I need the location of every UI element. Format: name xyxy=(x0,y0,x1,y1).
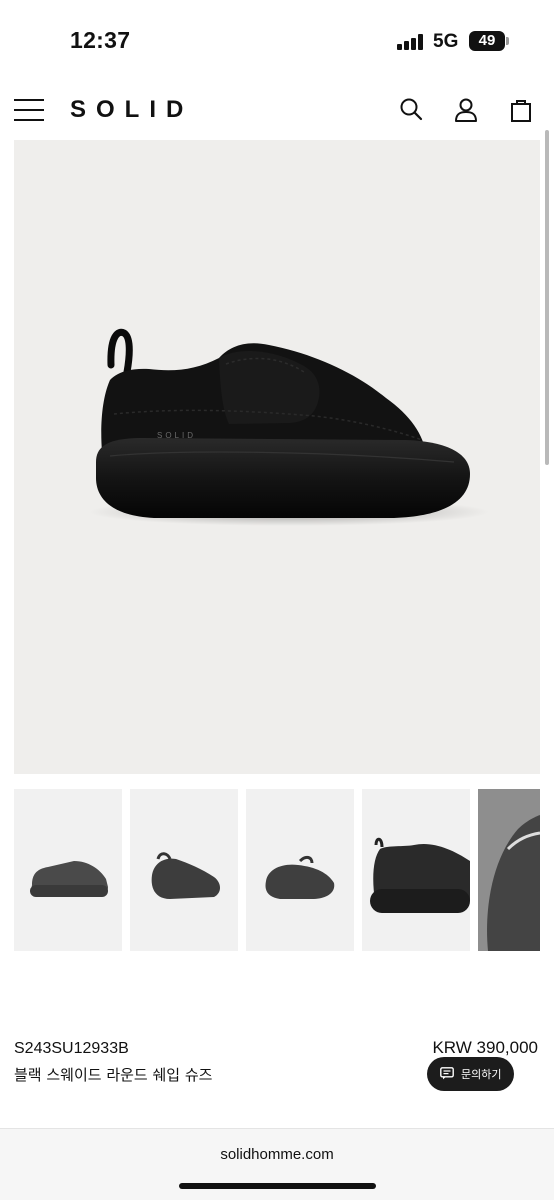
status-bar: 12:37 5G 49 xyxy=(0,0,554,80)
battery-tip xyxy=(506,37,509,45)
product-name: 블랙 스웨이드 라운드 쉐입 슈즈 xyxy=(14,1066,213,1084)
status-time: 12:37 xyxy=(70,27,131,53)
battery-level: 49 xyxy=(478,32,496,49)
signal-bars-icon xyxy=(397,34,425,50)
thumbnail-4[interactable] xyxy=(362,789,470,951)
inquiry-button[interactable]: 문의하기 xyxy=(427,1057,514,1091)
thumbnail-2[interactable] xyxy=(130,789,238,951)
chat-icon xyxy=(440,1067,454,1080)
url-text[interactable]: solidhomme.com xyxy=(0,1146,554,1163)
thumbnail-strip xyxy=(14,789,540,951)
battery-icon: 49 xyxy=(469,31,505,51)
thumbnail-5[interactable] xyxy=(478,789,540,951)
shopping-bag-icon[interactable] xyxy=(507,96,535,124)
thumbnail-3[interactable] xyxy=(246,789,354,951)
search-icon[interactable] xyxy=(398,96,426,124)
product-sku: S243SU12933B xyxy=(14,1040,129,1057)
site-header: SOLID xyxy=(0,84,554,136)
thumbnail-1[interactable] xyxy=(14,789,122,951)
page-scrollbar[interactable] xyxy=(545,130,549,465)
product-price: KRW 390,000 xyxy=(432,1038,538,1057)
shoe-image: SOLID xyxy=(89,328,489,526)
hamburger-menu-icon[interactable] xyxy=(14,99,44,121)
product-main-image[interactable]: SOLID xyxy=(14,140,540,774)
inquiry-label: 문의하기 xyxy=(461,1068,502,1081)
home-indicator xyxy=(179,1183,376,1189)
account-icon[interactable] xyxy=(452,96,480,124)
browser-url-bar[interactable]: solidhomme.com xyxy=(0,1128,554,1200)
network-type: 5G xyxy=(433,31,459,52)
site-logo[interactable]: SOLID xyxy=(70,96,193,124)
